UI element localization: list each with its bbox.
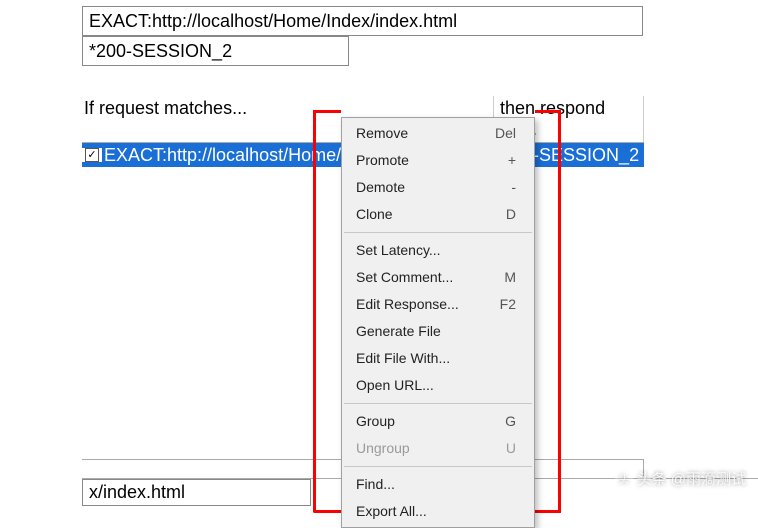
menu-item-label: Open URL... [356, 375, 486, 396]
menu-item-label: Edit File With... [356, 348, 486, 369]
menu-item-open-url[interactable]: Open URL... [342, 372, 534, 399]
menu-item-shortcut: + [486, 150, 516, 171]
menu-item-label: Set Latency... [356, 240, 486, 261]
menu-item-label: Find... [356, 474, 486, 495]
menu-item-label: Promote [356, 150, 486, 171]
menu-item-shortcut [486, 501, 516, 522]
menu-item-shortcut [486, 375, 516, 396]
menu-item-remove[interactable]: RemoveDel [342, 120, 534, 147]
rule-match-input[interactable]: EXACT:http://localhost/Home/Index/index.… [82, 6, 643, 36]
menu-item-shortcut: M [486, 267, 516, 288]
menu-item-promote[interactable]: Promote+ [342, 147, 534, 174]
menu-item-find[interactable]: Find... [342, 471, 534, 498]
menu-item-label: Export All... [356, 501, 486, 522]
menu-item-shortcut: Del [486, 123, 516, 144]
rule-detail-input[interactable]: x/index.html [82, 479, 311, 506]
rule-respond-input[interactable]: *200-SESSION_2 [82, 36, 349, 66]
menu-separator [344, 232, 532, 233]
menu-item-group[interactable]: GroupG [342, 408, 534, 435]
context-menu: RemoveDelPromote+Demote-CloneDSet Latenc… [341, 117, 535, 528]
menu-item-edit-file-with[interactable]: Edit File With... [342, 345, 534, 372]
watermark-prefix: 头条 [637, 468, 667, 489]
menu-item-shortcut: U [486, 438, 516, 459]
menu-item-shortcut: D [486, 204, 516, 225]
menu-item-edit-response[interactable]: Edit Response...F2 [342, 291, 534, 318]
row-checkbox[interactable]: ✓ [85, 148, 99, 162]
menu-separator [344, 403, 532, 404]
watermark-author: @雨滴测试 [671, 468, 746, 489]
menu-item-generate-file[interactable]: Generate File [342, 318, 534, 345]
menu-separator [344, 466, 532, 467]
menu-item-label: Clone [356, 204, 486, 225]
menu-item-label: Generate File [356, 321, 486, 342]
menu-item-label: Edit Response... [356, 294, 486, 315]
menu-item-label: Set Comment... [356, 267, 486, 288]
watermark: 头 头条 @雨滴测试 [615, 468, 746, 489]
menu-item-ungroup: UngroupU [342, 435, 534, 462]
menu-item-clone[interactable]: CloneD [342, 201, 534, 228]
menu-item-set-comment[interactable]: Set Comment...M [342, 264, 534, 291]
menu-item-label: Demote [356, 177, 486, 198]
watermark-icon: 头 [615, 470, 633, 488]
menu-item-shortcut: F2 [486, 294, 516, 315]
menu-item-label: Group [356, 411, 486, 432]
menu-item-shortcut [486, 348, 516, 369]
menu-item-shortcut [486, 321, 516, 342]
menu-item-set-latency[interactable]: Set Latency... [342, 237, 534, 264]
menu-item-label: Remove [356, 123, 486, 144]
menu-item-demote[interactable]: Demote- [342, 174, 534, 201]
menu-item-shortcut [486, 240, 516, 261]
menu-item-shortcut: - [486, 177, 516, 198]
menu-item-shortcut: G [486, 411, 516, 432]
menu-item-label: Ungroup [356, 438, 486, 459]
menu-item-export-all[interactable]: Export All... [342, 498, 534, 525]
menu-item-shortcut [486, 474, 516, 495]
